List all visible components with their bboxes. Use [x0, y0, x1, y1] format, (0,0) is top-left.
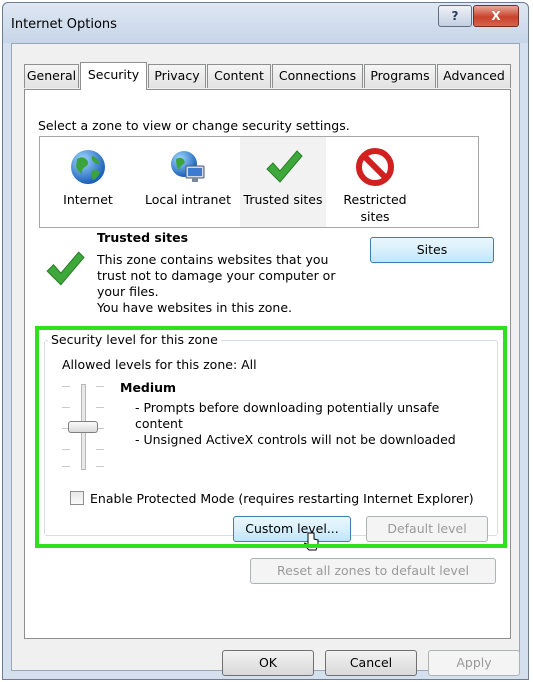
cancel-button[interactable]: Cancel: [325, 650, 417, 676]
zone-trusted-sites-label: Trusted sites: [243, 192, 323, 207]
apply-button: Apply: [428, 650, 520, 676]
ok-button[interactable]: OK: [222, 650, 314, 676]
intranet-icon: [171, 151, 205, 182]
sites-button[interactable]: Sites: [370, 237, 494, 263]
zone-restricted-label-line2: sites: [360, 209, 390, 224]
title-bar[interactable]: Internet Options ? X: [3, 3, 528, 43]
close-button[interactable]: X: [473, 5, 519, 27]
zone-info-line4: You have websites in this zone.: [97, 300, 293, 315]
zone-list: Internet Local intranet Trusted sites Re…: [39, 136, 479, 228]
reset-all-zones-button: Reset all zones to default level: [250, 558, 496, 584]
tab-programs[interactable]: Programs: [364, 64, 436, 88]
tab-content[interactable]: Content: [207, 64, 271, 88]
zone-info-description: This zone contains websites that you tru…: [97, 252, 335, 316]
zone-restricted-sites-label: Restricted sites: [330, 191, 420, 225]
zone-local-intranet[interactable]: Local intranet: [136, 137, 240, 227]
highlight-frame: [35, 326, 507, 548]
zone-restricted-label-line1: Restricted: [343, 192, 407, 207]
zone-info-line2: trust not to damage your computer or: [97, 268, 336, 283]
zone-local-intranet-label: Local intranet: [145, 192, 231, 207]
globe-icon: [71, 150, 105, 184]
zone-internet[interactable]: Internet: [48, 137, 128, 227]
tab-advanced[interactable]: Advanced: [437, 64, 511, 88]
zone-trusted-sites[interactable]: Trusted sites: [240, 137, 326, 227]
tab-security[interactable]: Security: [80, 62, 147, 90]
zone-info-line1: This zone contains websites that you: [97, 252, 329, 267]
checkmark-icon: [266, 150, 303, 183]
help-button[interactable]: ?: [438, 5, 472, 27]
tab-general[interactable]: General: [24, 64, 79, 88]
zone-restricted-sites[interactable]: Restricted sites: [330, 137, 420, 227]
tab-connections[interactable]: Connections: [272, 64, 363, 88]
zone-internet-label: Internet: [63, 192, 113, 207]
zone-info-title: Trusted sites: [97, 230, 189, 245]
no-entry-icon: [356, 148, 394, 186]
tab-privacy[interactable]: Privacy: [148, 64, 206, 88]
zone-prompt: Select a zone to view or change security…: [38, 118, 350, 133]
trusted-sites-checkmark-icon: [46, 251, 85, 286]
window-title: Internet Options: [11, 17, 117, 32]
zone-info-line3: your files.: [97, 284, 159, 299]
